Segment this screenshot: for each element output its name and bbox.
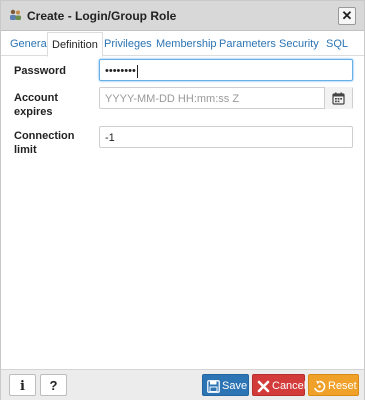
connection-limit-label: Connection limit	[14, 129, 75, 157]
tab-sql[interactable]: SQL	[322, 35, 352, 55]
password-field[interactable]: ••••••••	[99, 59, 353, 81]
account-expires-label-line2: expires	[14, 106, 53, 118]
info-button[interactable]: i	[9, 374, 36, 396]
connection-limit-label-line2: limit	[14, 144, 37, 156]
dialog-title: Create - Login/Group Role	[27, 9, 177, 23]
help-icon: ?	[49, 378, 58, 393]
save-button[interactable]: Save	[202, 374, 249, 396]
connection-limit-value: -1	[105, 132, 115, 144]
cancel-label: Cancel	[272, 380, 307, 392]
tab-privileges[interactable]: Privileges	[100, 35, 156, 55]
account-expires-field[interactable]: YYYY-MM-DD HH:mm:ss Z	[99, 87, 353, 109]
cancel-button[interactable]: Cancel	[252, 374, 307, 396]
text-caret	[136, 64, 138, 78]
dialog-titlebar[interactable]: Create - Login/Group Role ✕	[1, 1, 364, 31]
cancel-icon	[257, 379, 270, 393]
users-icon	[9, 9, 22, 21]
help-button[interactable]: ?	[40, 374, 67, 396]
calendar-icon	[332, 91, 345, 113]
tab-definition[interactable]: Definition	[47, 32, 103, 57]
tab-security[interactable]: Security	[275, 35, 323, 55]
account-expires-label: Account expires	[14, 91, 58, 119]
create-role-dialog: Create - Login/Group Role ✕ General Defi…	[0, 0, 365, 400]
password-label: Password	[14, 65, 66, 77]
reset-icon	[313, 379, 326, 393]
info-icon: i	[20, 379, 25, 394]
password-value: ••••••••	[105, 65, 136, 77]
save-icon	[207, 379, 220, 393]
account-expires-label-line1: Account	[14, 92, 58, 104]
dialog-footer: i ? Save Cancel Reset	[1, 369, 364, 400]
tab-membership[interactable]: Membership	[152, 35, 221, 55]
save-label: Save	[222, 380, 248, 392]
account-expires-placeholder: YYYY-MM-DD HH:mm:ss Z	[105, 93, 240, 105]
connection-limit-label-line1: Connection	[14, 130, 75, 142]
calendar-button[interactable]	[324, 87, 352, 109]
connection-limit-field[interactable]: -1	[99, 126, 353, 148]
tab-bar: General Definition Privileges Membership…	[1, 31, 364, 57]
close-icon: ✕	[341, 8, 353, 23]
reset-button[interactable]: Reset	[308, 374, 359, 396]
tab-parameters[interactable]: Parameters	[215, 35, 280, 55]
reset-label: Reset	[328, 380, 357, 392]
close-button[interactable]: ✕	[338, 7, 356, 25]
